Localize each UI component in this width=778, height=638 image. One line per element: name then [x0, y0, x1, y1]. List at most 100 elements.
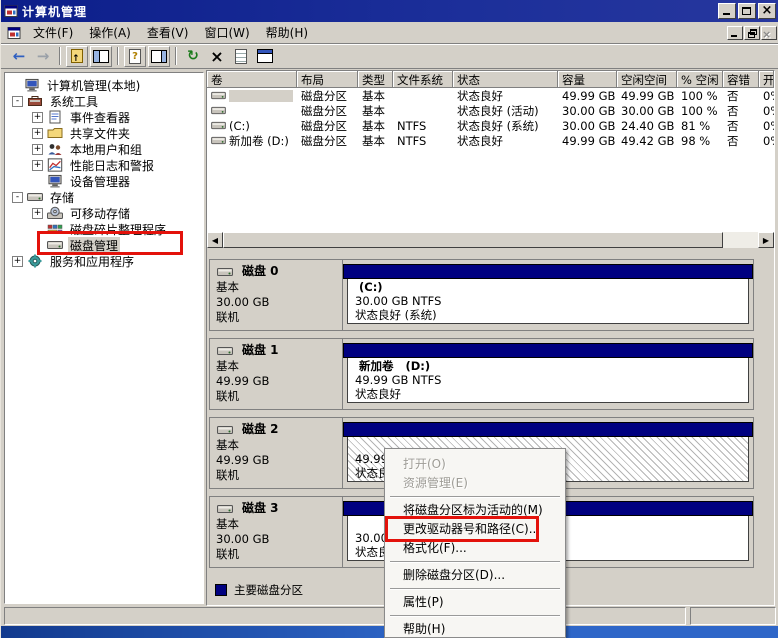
col-free-space[interactable]: 空闲空间 — [617, 71, 677, 88]
tree-item-computer-management[interactable]: 计算机管理(本地) — [5, 77, 203, 93]
disk-management-view-icon[interactable] — [254, 46, 276, 67]
maximize-button[interactable] — [738, 3, 756, 19]
help-doc-icon[interactable] — [124, 46, 146, 67]
disk-0-group: 磁盘 0 基本 30.00 GB 联机 (C:) 30.00 GB NTFS 状… — [209, 259, 754, 331]
col-overhead[interactable]: 开销 — [759, 71, 774, 88]
show-hide-action-pane-icon[interactable] — [148, 46, 170, 67]
table-row[interactable]: 磁盘分区 基本 状态良好 49.99 GB 49.99 GB 100 % 否 0… — [207, 88, 774, 103]
disk-0-partition[interactable]: (C:) 30.00 GB NTFS 状态良好 (系统) — [343, 260, 753, 330]
expander-icon[interactable]: + — [32, 112, 43, 123]
tree-item-label: 共享文件夹 — [68, 125, 132, 142]
col-capacity[interactable]: 容量 — [558, 71, 617, 88]
menu-help[interactable]: 帮助(H) — [258, 22, 316, 43]
menu-separator — [390, 496, 560, 498]
cell-overhead: 0% — [759, 104, 774, 118]
tree-item-services-applications[interactable]: + 服务和应用程序 — [5, 253, 203, 269]
menu-item-open: 打开(O) — [387, 455, 563, 474]
col-pct-free[interactable]: % 空闲 — [677, 71, 723, 88]
horizontal-scrollbar[interactable]: ◀ ▶ — [207, 232, 774, 248]
table-row[interactable]: 新加卷 (D:) 磁盘分区 基本 NTFS 状态良好 49.99 GB 49.4… — [207, 133, 774, 148]
expander-icon[interactable]: + — [32, 144, 43, 155]
local-users-icon — [47, 142, 63, 156]
expander-icon[interactable]: + — [12, 256, 23, 267]
minimize-button[interactable] — [718, 3, 736, 19]
cell-capacity: 49.99 GB — [558, 134, 617, 148]
mdi-close-button[interactable] — [761, 26, 777, 40]
disk-status: 联机 — [216, 547, 342, 562]
scroll-right-icon[interactable]: ▶ — [758, 232, 774, 248]
expander-icon[interactable]: - — [12, 192, 23, 203]
menu-separator — [390, 615, 560, 617]
tree-item-removable-storage[interactable]: + 可移动存储 — [5, 205, 203, 221]
tree-item-local-users[interactable]: + 本地用户和组 — [5, 141, 203, 157]
table-row[interactable]: (C:) 磁盘分区 基本 NTFS 状态良好 (系统) 30.00 GB 24.… — [207, 118, 774, 133]
close-button[interactable] — [758, 3, 776, 19]
back-icon[interactable] — [8, 46, 30, 67]
tree-item-shared-folders[interactable]: + 共享文件夹 — [5, 125, 203, 141]
mdi-minimize-button[interactable] — [727, 26, 743, 40]
disk-3-label[interactable]: 磁盘 3 基本 30.00 GB 联机 — [210, 497, 343, 567]
tree-item-system-tools[interactable]: - 系统工具 — [5, 93, 203, 109]
disk-icon — [216, 503, 234, 515]
scrollbar-thumb[interactable] — [223, 232, 723, 248]
expander-icon[interactable]: - — [12, 96, 23, 107]
refresh-icon[interactable] — [182, 46, 204, 67]
scroll-left-icon[interactable]: ◀ — [207, 232, 223, 248]
volume-list: 卷 布局 类型 文件系统 状态 容量 空闲空间 % 空闲 容错 开销 磁盘分区 … — [207, 71, 774, 248]
title-bar: 计算机管理 — [1, 0, 778, 22]
disk-type: 基本 — [216, 438, 342, 453]
col-type[interactable]: 类型 — [358, 71, 393, 88]
menu-action[interactable]: 操作(A) — [81, 22, 139, 43]
col-fault-tolerance[interactable]: 容错 — [723, 71, 759, 88]
mdi-restore-button[interactable] — [744, 26, 760, 40]
expander-icon[interactable]: + — [32, 128, 43, 139]
volume-icon — [211, 90, 226, 101]
cell-status: 状态良好 — [453, 133, 558, 149]
cell-layout: 磁盘分区 — [297, 118, 358, 134]
disk-name: 磁盘 0 — [242, 264, 279, 279]
col-status[interactable]: 状态 — [453, 71, 558, 88]
properties-icon[interactable] — [230, 46, 252, 67]
tree-item-label: 可移动存储 — [68, 205, 132, 222]
disk-status: 联机 — [216, 389, 342, 404]
tree-item-device-manager[interactable]: 设备管理器 — [5, 173, 203, 189]
expander-icon[interactable]: + — [32, 208, 43, 219]
menu-item-help[interactable]: 帮助(H) — [387, 620, 563, 638]
cell-fault-tolerance: 否 — [723, 103, 759, 119]
cell-layout: 磁盘分区 — [297, 88, 358, 104]
disk-1-partition[interactable]: 新加卷 (D:) 49.99 GB NTFS 状态良好 — [343, 339, 753, 409]
tree-item-label: 本地用户和组 — [68, 141, 144, 158]
menu-item-properties[interactable]: 属性(P) — [387, 593, 563, 612]
cell-filesystem: NTFS — [393, 134, 453, 148]
tree-item-event-viewer[interactable]: + 事件查看器 — [5, 109, 203, 125]
disk-2-label[interactable]: 磁盘 2 基本 49.99 GB 联机 — [210, 418, 343, 488]
cell-status: 状态良好 (活动) — [453, 103, 558, 119]
scrollbar-track[interactable] — [723, 232, 758, 248]
disk-1-label[interactable]: 磁盘 1 基本 49.99 GB 联机 — [210, 339, 343, 409]
tree-item-performance-logs[interactable]: + 性能日志和警报 — [5, 157, 203, 173]
cell-status: 状态良好 — [453, 88, 558, 104]
partition-label: 新加卷 (D:) — [355, 359, 741, 373]
delete-icon[interactable] — [206, 46, 228, 67]
menu-view[interactable]: 查看(V) — [139, 22, 197, 43]
table-row[interactable]: 磁盘分区 基本 状态良好 (活动) 30.00 GB 30.00 GB 100 … — [207, 103, 774, 118]
app-icon — [4, 4, 18, 18]
forward-icon[interactable] — [32, 46, 54, 67]
disk-0-label[interactable]: 磁盘 0 基本 30.00 GB 联机 — [210, 260, 343, 330]
partition-detail: 49.99 GB NTFS — [355, 373, 741, 387]
menu-item-delete-partition[interactable]: 删除磁盘分区(D)... — [387, 566, 563, 585]
services-icon — [27, 254, 43, 268]
disk-1-group: 磁盘 1 基本 49.99 GB 联机 新加卷 (D:) 49.99 GB NT… — [209, 338, 754, 410]
system-tools-icon — [27, 94, 43, 108]
menu-file[interactable]: 文件(F) — [25, 22, 81, 43]
menu-window[interactable]: 窗口(W) — [196, 22, 257, 43]
disk-icon — [216, 424, 234, 436]
expander-icon[interactable]: + — [32, 160, 43, 171]
col-layout[interactable]: 布局 — [297, 71, 358, 88]
tree-item-storage[interactable]: - 存储 — [5, 189, 203, 205]
show-hide-tree-icon[interactable] — [90, 46, 112, 67]
up-one-level-icon[interactable] — [66, 46, 88, 67]
col-volume[interactable]: 卷 — [207, 71, 297, 88]
computer-management-window: 计算机管理 文件(F) 操作(A) 查看(V) 窗口(W) 帮助(H) — [0, 0, 778, 638]
col-filesystem[interactable]: 文件系统 — [393, 71, 453, 88]
